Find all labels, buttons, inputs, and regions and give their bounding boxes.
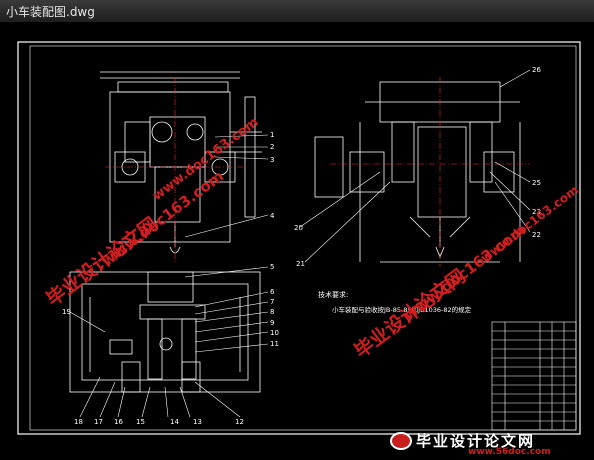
plan-view [69, 271, 261, 393]
callout-9: 9 [270, 319, 274, 327]
window-title: 小车装配图.dwg [6, 5, 95, 19]
callout-18: 18 [74, 418, 83, 426]
footer-site: www.56doc.com [468, 447, 551, 457]
callout-3: 3 [270, 156, 274, 164]
cad-drawing-canvas[interactable]: 1 2 3 4 5 6 7 8 9 10 11 12 13 14 15 16 1… [0, 22, 594, 460]
callout-2: 2 [270, 143, 274, 151]
callout-14: 14 [170, 418, 179, 426]
callout-11: 11 [270, 340, 279, 348]
window-titlebar: 小车装配图.dwg [0, 0, 594, 23]
callout-6: 6 [270, 288, 275, 296]
callout-13: 13 [193, 418, 202, 426]
callout-26: 26 [532, 66, 541, 74]
callout-5: 5 [270, 263, 274, 271]
callout-22: 22 [532, 231, 541, 239]
callout-20: 20 [294, 224, 303, 232]
callout-19: 19 [62, 308, 71, 316]
side-view [314, 81, 521, 263]
callout-12: 12 [235, 418, 244, 426]
footer-logo-icon [390, 432, 412, 450]
callout-8: 8 [270, 308, 274, 316]
tech-req-title: 技术要求: [318, 290, 348, 299]
callout-21: 21 [296, 260, 305, 268]
callout-4: 4 [270, 212, 275, 220]
callout-17: 17 [94, 418, 103, 426]
callout-7: 7 [270, 298, 274, 306]
callout-1: 1 [270, 131, 274, 139]
callout-15: 15 [136, 418, 145, 426]
callout-16: 16 [114, 418, 123, 426]
parts-list-table [491, 321, 577, 431]
callout-10: 10 [270, 329, 279, 337]
callout-25: 25 [532, 179, 541, 187]
watermark-footer-logo: 毕业设计论文网 www.56doc.com [390, 430, 590, 458]
